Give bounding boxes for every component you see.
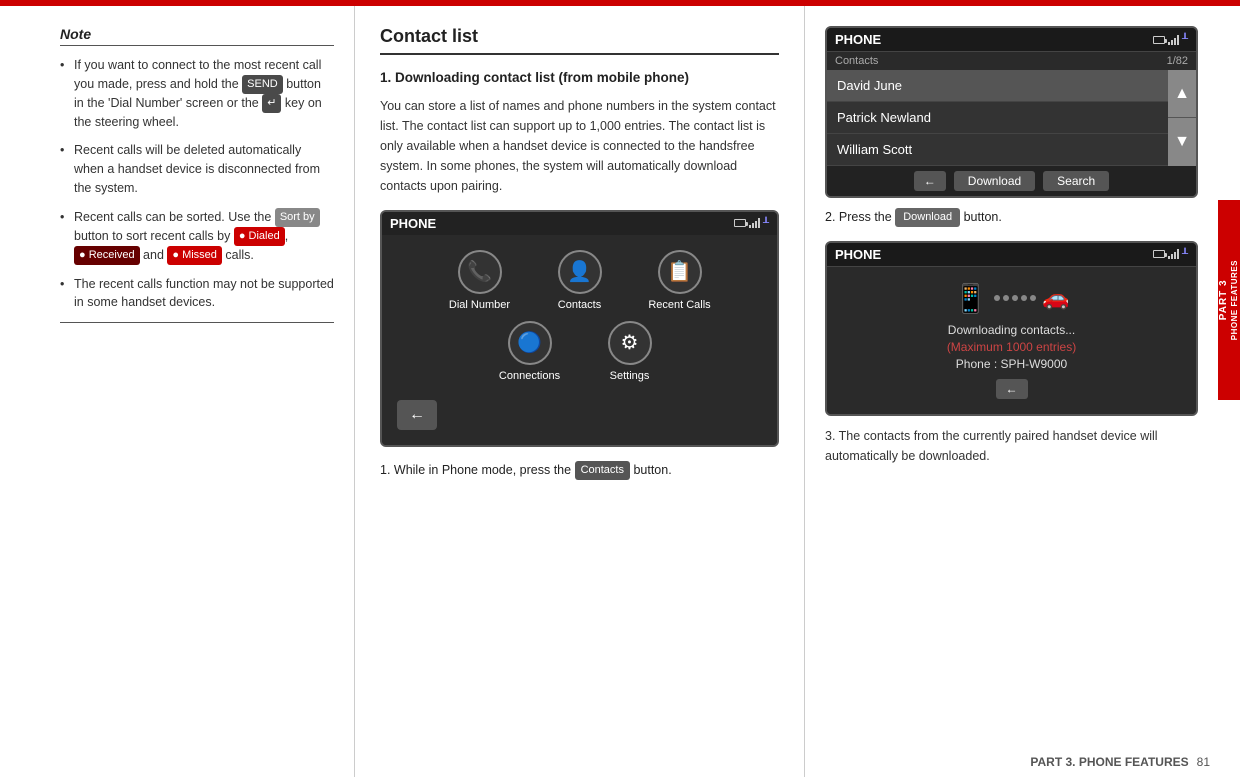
step1-heading: 1. Downloading contact list (from mobile… [380,69,779,88]
step3-text: 3. The contacts from the currently paire… [825,426,1198,466]
contacts-phone-title: PHONE [835,32,881,47]
contacts-item[interactable]: 👤 Contacts [535,250,625,311]
note-title: Note [60,26,334,46]
downloading-screen: PHONE ┸ 📱 [825,241,1198,416]
downloading-header: PHONE ┸ [827,243,1196,267]
contact-name-william: William Scott [837,142,912,157]
downloading-back-wrapper: ← [837,379,1186,399]
contacts-label: Contacts [558,299,601,311]
back-arrow: ← [924,174,936,188]
dialed-badge: ● Dialed [234,227,285,246]
missed-badge: ● Missed [167,246,222,265]
contacts-signal-bars [1168,35,1179,45]
dial-number-item[interactable]: 📞 Dial Number [435,250,525,311]
contacts-screen: PHONE ┸ Contacts 1/82 [825,26,1198,198]
note-item-1: If you want to connect to the most recen… [60,56,334,131]
downloading-text2: (Maximum 1000 entries) [837,340,1186,354]
section-title: Contact list [380,26,779,55]
downloading-text1: Downloading contacts... [837,323,1186,337]
side-tab-label: PART 3 PHONE FEATURES [1218,260,1240,340]
recent-calls-icon: 📋 [658,250,702,294]
connections-item[interactable]: 🔵 Connections [485,321,575,382]
back-button-main[interactable]: ← [397,400,437,430]
contacts-screen-header: PHONE ┸ [827,28,1196,52]
side-tab: PART 3 PHONE FEATURES [1218,200,1240,400]
contacts-badge: Contacts [575,461,630,480]
send-badge: SEND [242,75,283,94]
contacts-list-wrapper: David June Patrick Newland William Scott… [827,70,1196,166]
downloading-body: 📱 🚗 Downloading contacts... (Maximum 100… [827,267,1196,414]
downloading-signal-bars [1168,249,1179,259]
download-icons: 📱 🚗 [837,282,1186,315]
search-button[interactable]: Search [1043,171,1109,191]
phone-main-screen: PHONE ┸ 📞 Dial Numb [380,210,779,447]
contacts-icon: 👤 [558,250,602,294]
transfer-dots [994,295,1036,301]
phone-device-icon: 📱 [953,282,988,315]
phone-title: PHONE [390,216,436,231]
nav-up[interactable]: ▲ [1168,70,1196,118]
car-icon: 🚗 [1042,285,1069,311]
right-column: PHONE ┸ Contacts 1/82 [805,6,1218,777]
recent-calls-item[interactable]: 📋 Recent Calls [635,250,725,311]
contact-row-william[interactable]: William Scott [827,134,1196,166]
page-container: Note If you want to connect to the most … [0,6,1218,777]
contacts-subheader-left: Contacts [835,55,878,67]
received-badge: ● Received [74,246,140,265]
recent-calls-label: Recent Calls [648,299,710,311]
left-column: Note If you want to connect to the most … [0,6,355,777]
contacts-bluetooth-icon: ┸ [1182,34,1188,45]
status-icons: ┸ [734,218,769,229]
page-footer: PART 3. PHONE FEATURES 81 [1030,755,1210,769]
contact-row-patrick[interactable]: Patrick Newland [827,102,1196,134]
note-item-3: Recent calls can be sorted. Use the Sort… [60,208,334,265]
downloading-phone-title: PHONE [835,247,881,262]
note-item-2: Recent calls will be deleted automatical… [60,141,334,197]
contact-row-david[interactable]: David June [827,70,1196,102]
settings-label: Settings [610,370,650,382]
green-key-badge: ↵ [262,94,281,113]
dial-number-icon: 📞 [458,250,502,294]
nav-down[interactable]: ▼ [1168,118,1196,166]
download-button[interactable]: Download [954,171,1035,191]
nav-buttons: ▲ ▼ [1168,70,1196,166]
contacts-count: 1/82 [1167,55,1188,67]
signal-bars [749,218,760,228]
contacts-status-icons: ┸ [1153,34,1188,45]
note-bottom-divider [60,322,334,323]
download-badge: Download [895,208,960,227]
downloading-status-icons: ┸ [1153,249,1188,260]
settings-item[interactable]: ⚙ Settings [585,321,675,382]
phone-menu: 📞 Dial Number 👤 Contacts 📋 Recent Calls … [382,235,777,445]
downloading-back-arrow: ← [1006,382,1018,396]
contacts-back-button[interactable]: ← [914,171,946,191]
step2-text: 2. Press the Download button. [825,208,1198,227]
downloading-back-button[interactable]: ← [996,379,1028,399]
connections-icon: 🔵 [508,321,552,365]
bluetooth-icon: ┸ [763,218,769,229]
settings-icon: ⚙ [608,321,652,365]
sort-badge: Sort by [275,208,320,227]
step1-sub-label: 1. While in Phone mode, press the Contac… [380,461,779,480]
note-list: If you want to connect to the most recen… [60,56,334,312]
contact-name-david: David June [837,78,902,93]
contacts-bottom-bar: ← Download Search [827,166,1196,196]
downloading-text3: Phone : SPH-W9000 [837,357,1186,371]
downloading-bluetooth-icon: ┸ [1182,249,1188,260]
step1-body: You can store a list of names and phone … [380,96,779,196]
phone-screen-header: PHONE ┸ [382,212,777,235]
contact-name-patrick: Patrick Newland [837,110,931,125]
footer-left: PART 3. PHONE FEATURES [1030,755,1188,769]
mid-column: Contact list 1. Downloading contact list… [355,6,805,777]
dial-number-label: Dial Number [449,299,510,311]
contacts-subheader: Contacts 1/82 [827,52,1196,70]
footer-right: 81 [1197,755,1210,769]
connections-label: Connections [499,370,560,382]
note-item-4: The recent calls function may not be sup… [60,275,334,313]
